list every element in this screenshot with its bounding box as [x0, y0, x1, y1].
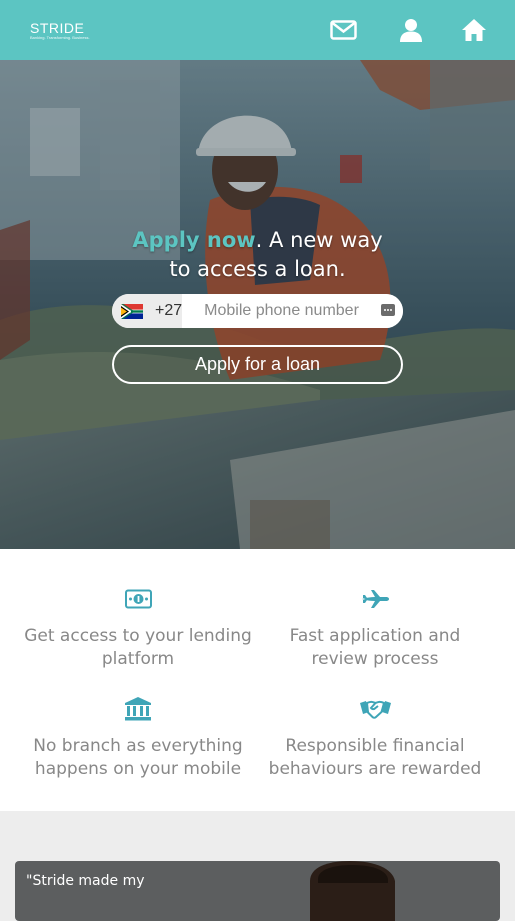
airplane-icon	[362, 590, 389, 608]
feature-text: No branch as everything happens on your …	[33, 736, 243, 779]
feature-item: No branch as everything happens on your …	[23, 697, 253, 781]
feature-item: Get access to your lending platform	[23, 587, 253, 671]
headline-accent: Apply now	[132, 228, 256, 252]
logo-tagline: Banking. Transforming. Business.	[30, 35, 90, 40]
autofill-icon[interactable]	[381, 304, 395, 316]
feature-text: Get access to your lending platform	[24, 626, 252, 669]
money-icon	[124, 589, 152, 609]
feature-text: Responsible financial behaviours are rew…	[268, 736, 482, 779]
features-section: Get access to your lending platform Fast…	[0, 549, 515, 811]
mail-icon[interactable]	[329, 16, 357, 44]
headline-rest: . A new way	[255, 228, 383, 252]
testimonial-card: "Stride made my	[15, 861, 500, 921]
testimonial-quote: "Stride made my	[26, 873, 145, 889]
country-code: +27	[155, 302, 183, 319]
hero-headline: Apply now. A new way to access a loan.	[0, 226, 515, 284]
phone-number-field: +27	[112, 294, 403, 328]
headline-line2: to access a loan.	[169, 257, 346, 281]
top-header: STRIDE Banking. Transforming. Business.	[0, 0, 515, 60]
country-selector[interactable]: +27	[112, 294, 183, 328]
feature-item: Fast application and review process	[260, 587, 490, 671]
apply-for-loan-button[interactable]: Apply for a loan	[112, 345, 403, 384]
handshake-icon	[359, 700, 391, 719]
testimonial-portrait	[310, 861, 395, 921]
mobile-phone-input[interactable]	[182, 294, 403, 328]
feature-item: Responsible financial behaviours are rew…	[260, 697, 490, 781]
feature-text: Fast application and review process	[289, 626, 461, 669]
south-africa-flag-icon	[121, 303, 143, 319]
hero-section: Apply now. A new way to access a loan. +…	[0, 60, 515, 549]
user-icon[interactable]	[397, 16, 425, 44]
home-icon[interactable]	[460, 16, 488, 44]
logo-text: STRIDE	[30, 20, 85, 36]
bank-icon	[125, 697, 151, 721]
stride-logo[interactable]: STRIDE Banking. Transforming. Business.	[30, 21, 90, 40]
